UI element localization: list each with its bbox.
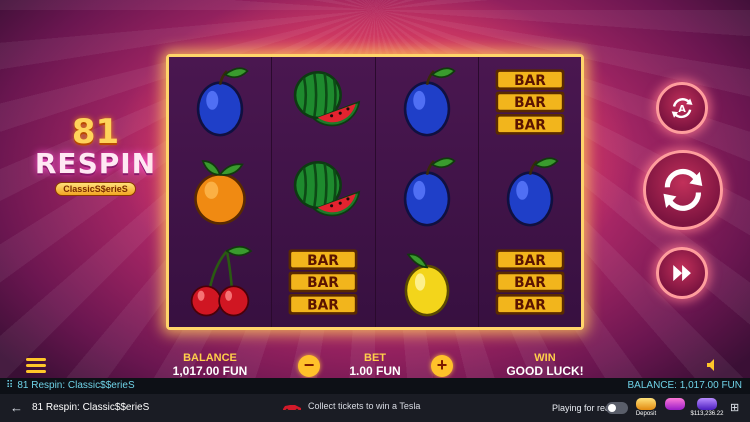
reels-frame: BAR BAR BAR BAR BAR BAR BAR BAR BAR [166, 54, 584, 330]
bet-value: 1.00 FUN [349, 364, 401, 378]
autoplay-icon: A [671, 97, 693, 119]
turbo-button[interactable] [656, 247, 708, 299]
reel-cell [272, 57, 374, 147]
back-arrow-icon[interactable]: ← [10, 401, 24, 415]
decrease-bet-button[interactable]: − [298, 355, 320, 377]
car-icon [283, 404, 301, 411]
watermelon-symbol-icon [294, 161, 361, 217]
real-play-toggle[interactable] [606, 402, 628, 414]
cherries-symbol-icon [190, 245, 253, 317]
jackpot-icon [636, 398, 656, 410]
logo-subtitle: ClassicS$erieS [55, 182, 136, 196]
win-label: WIN [534, 352, 556, 364]
jackpot-badge[interactable]: Deposit [634, 398, 658, 418]
svg-text:BAR: BAR [514, 298, 546, 314]
bet-controls-bar: BALANCE 1,017.00 FUN − BET 1.00 FUN + WI… [0, 344, 750, 378]
jackpot-icon [697, 398, 717, 410]
fast-forward-icon [673, 264, 691, 282]
increase-bet-button[interactable]: + [431, 355, 453, 377]
bar-symbol-icon: BAR BAR BAR [495, 249, 565, 315]
balance-display: BALANCE 1,017.00 FUN [150, 352, 270, 378]
reel [169, 57, 273, 327]
reel-cell: BAR BAR BAR [479, 237, 581, 327]
plum-symbol-icon [506, 157, 559, 227]
bar-symbol-icon: BAR BAR BAR [288, 249, 358, 315]
apps-grid-icon[interactable]: ⊞ [730, 402, 742, 414]
game-logo: 81 RESPIN ClassicS$erieS [28, 115, 163, 210]
reel-cell: BAR BAR BAR [479, 57, 581, 147]
nav-title: 81 Respin: Classic$$erieS [32, 402, 150, 413]
balance-value: 1,017.00 FUN [172, 364, 248, 378]
bet-label: BET [364, 352, 386, 364]
jackpot-amount: $113,236.22 [690, 411, 724, 417]
info-balance: BALANCE: 1,017.00 FUN [627, 380, 743, 391]
logo-number: 81 [71, 112, 120, 152]
reel [375, 57, 479, 327]
plum-symbol-icon [403, 67, 456, 137]
info-game-name: ⠿ 81 Respin: Classic$$erieS [6, 380, 135, 391]
info-strip: ⠿ 81 Respin: Classic$$erieS BALANCE: 1,01… [0, 378, 750, 394]
logo-word: RESPIN [34, 147, 157, 180]
grid-icon: ⠿ [6, 380, 14, 391]
reel-cell: BAR BAR BAR [272, 237, 374, 327]
plum-symbol-icon [403, 157, 456, 227]
reel-cell [169, 57, 271, 147]
bet-display: BET 1.00 FUN [335, 352, 415, 378]
jackpot-badge[interactable]: $113,236.22 [690, 398, 724, 418]
spin-button[interactable] [643, 150, 723, 230]
win-value: GOOD LUCK! [506, 364, 584, 378]
autoplay-button[interactable]: A [656, 82, 708, 134]
svg-text:A: A [678, 104, 686, 115]
sound-icon[interactable] [706, 358, 720, 372]
svg-text:BAR: BAR [308, 275, 340, 291]
promo-banner[interactable]: Collect tickets to win a Tesla [282, 401, 420, 411]
real-play-label: Playing for real [552, 403, 613, 413]
jackpot-badge[interactable] [664, 398, 686, 410]
win-display: WIN GOOD LUCK! [490, 352, 600, 378]
spin-icon [663, 169, 703, 211]
orange-symbol-icon [194, 160, 246, 225]
svg-text:BAR: BAR [514, 118, 546, 134]
lemon-symbol-icon [404, 253, 449, 317]
reel-cell [479, 147, 581, 237]
reel-cell [376, 57, 478, 147]
bar-symbol-icon: BAR BAR BAR [495, 69, 565, 135]
svg-text:BAR: BAR [514, 95, 546, 111]
jackpot-label: Deposit [635, 411, 657, 417]
game-area: 81 RESPIN ClassicS$erieS BAR BAR BAR BAR… [0, 0, 750, 378]
reel-cell [376, 237, 478, 327]
reel: BAR BAR BAR [272, 57, 376, 327]
reel-cell [272, 147, 374, 237]
reel-cell [169, 147, 271, 237]
reel: BAR BAR BAR BAR BAR BAR [478, 57, 581, 327]
reel-cell [169, 237, 271, 327]
plum-symbol-icon [196, 67, 249, 137]
reel-cell [376, 147, 478, 237]
svg-text:BAR: BAR [514, 275, 546, 291]
jackpot-icon [665, 398, 685, 410]
balance-label: BALANCE [183, 352, 237, 364]
svg-text:BAR: BAR [514, 253, 546, 269]
svg-text:BAR: BAR [308, 253, 340, 269]
info-game-name-text: 81 Respin: Classic$$erieS [17, 380, 135, 391]
watermelon-symbol-icon [294, 71, 361, 127]
promo-text: Collect tickets to win a Tesla [308, 401, 421, 411]
svg-text:BAR: BAR [308, 298, 340, 314]
menu-icon[interactable] [26, 358, 46, 374]
bottom-nav: ← 81 Respin: Classic$$erieS Collect tick… [0, 394, 750, 422]
svg-text:BAR: BAR [514, 73, 546, 89]
